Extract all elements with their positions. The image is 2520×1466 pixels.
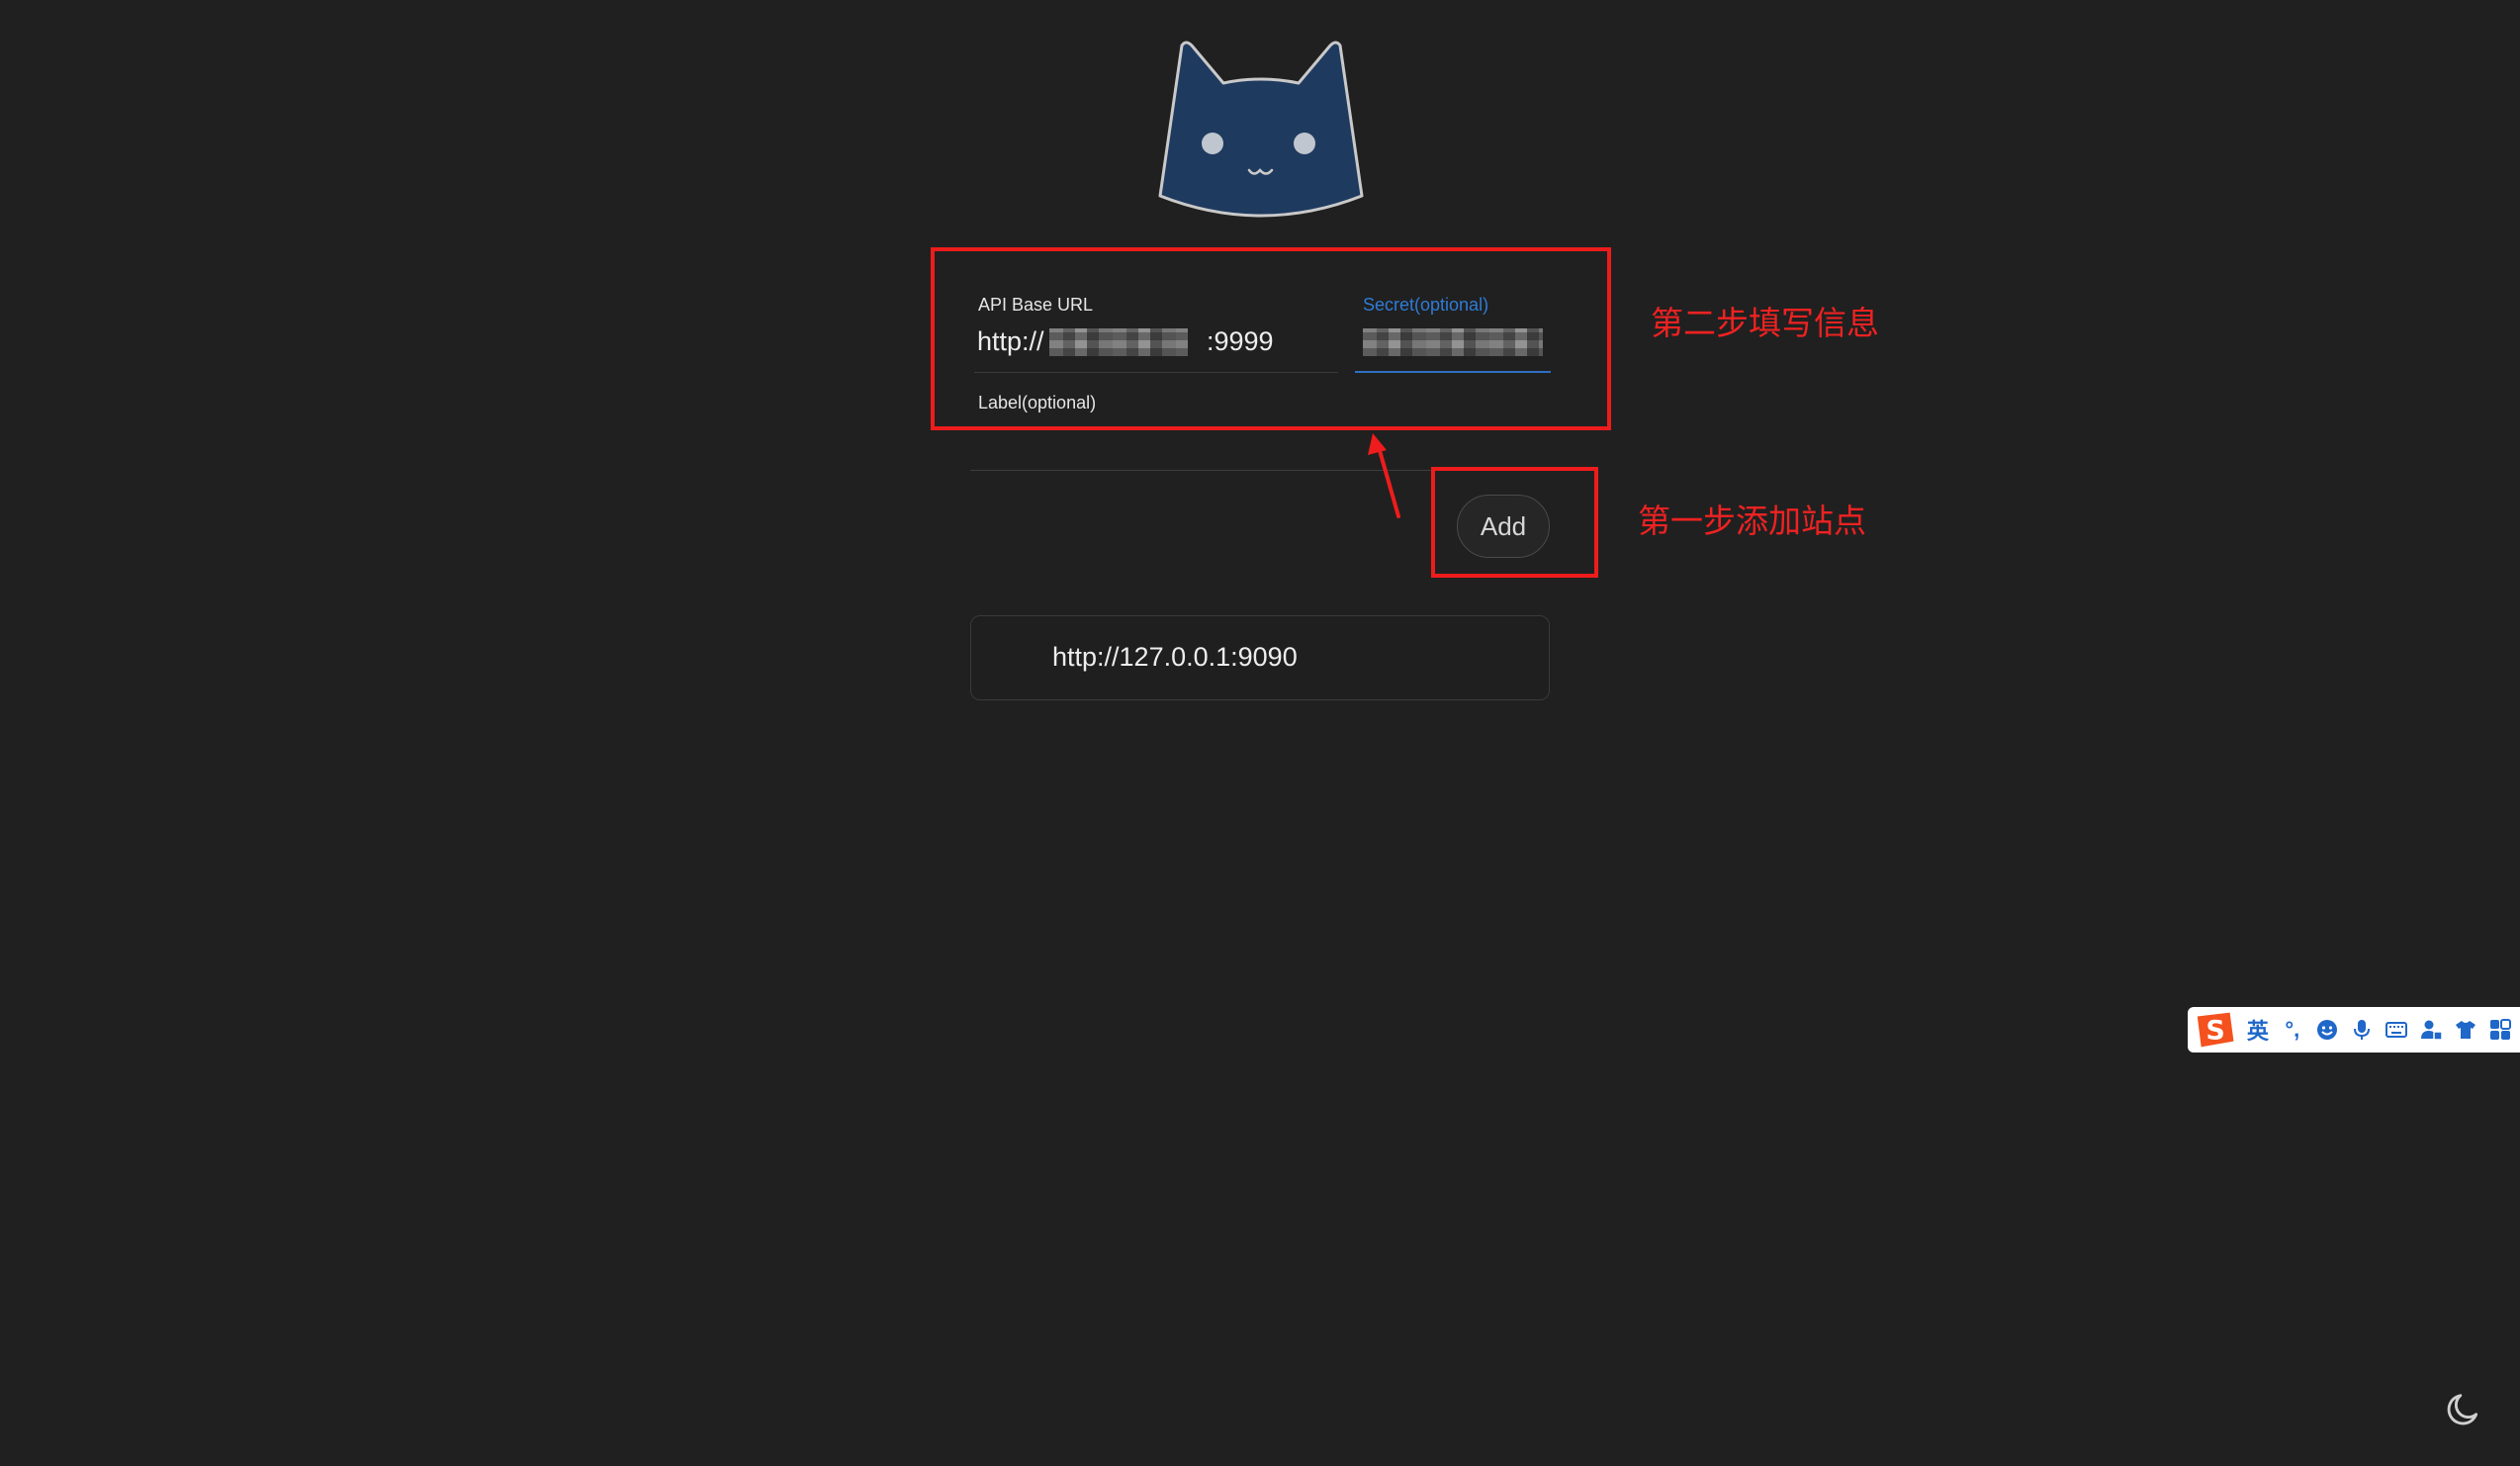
arrow-icon: [1368, 433, 1400, 518]
grid-icon[interactable]: [2485, 1015, 2514, 1045]
server-url: http://127.0.0.1:9090: [1052, 642, 1298, 672]
moon-icon[interactable]: [2445, 1391, 2482, 1428]
cat-logo: [1158, 41, 1364, 218]
svg-text:S: S: [2205, 1016, 2224, 1047]
keyboard-icon[interactable]: [2382, 1015, 2410, 1045]
ime-mode-toggle[interactable]: 英: [2243, 1015, 2272, 1045]
label-underline: [970, 470, 1433, 471]
step1-annotation: 第一步添加站点: [1638, 502, 1866, 540]
step2-annotation: 第二步填写信息: [1651, 304, 1879, 342]
user-icon[interactable]: [2416, 1015, 2445, 1045]
step2-highlight-box: [931, 247, 1611, 430]
ime-toolbar: S 英 °,: [2188, 1007, 2520, 1053]
microphone-icon[interactable]: [2347, 1015, 2376, 1045]
server-list-item[interactable]: http://127.0.0.1:9090: [970, 615, 1550, 700]
emoji-icon[interactable]: [2312, 1015, 2341, 1045]
step1-highlight-box: [1431, 467, 1598, 578]
shirt-icon[interactable]: [2451, 1015, 2479, 1045]
ime-punctuation-toggle[interactable]: °,: [2278, 1015, 2306, 1045]
sogou-logo[interactable]: S: [2192, 1010, 2235, 1050]
